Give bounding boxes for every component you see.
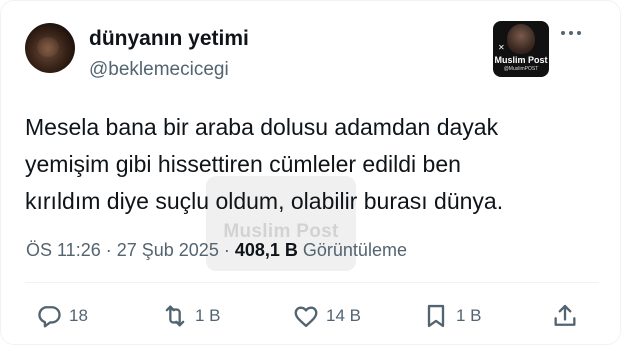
badge-brand: Muslim Post: [494, 55, 548, 65]
views-count: 408,1 B: [234, 240, 298, 260]
tweet-line: kırıldım diye suçlu oldum, olabilir bura…: [25, 188, 504, 214]
retweet-count: 1 B: [195, 306, 221, 325]
avatar[interactable]: [25, 23, 75, 73]
divider: [25, 282, 599, 283]
bookmark-button[interactable]: 1 B: [422, 302, 482, 330]
tweet-time[interactable]: ÖS 11:26: [26, 240, 101, 260]
share-button[interactable]: [551, 302, 579, 330]
x-logo-icon: ✕: [498, 43, 505, 52]
bookmark-icon: [427, 304, 445, 328]
retweet-button[interactable]: 1 B: [161, 302, 221, 330]
tweet-text: Mesela bana bir araba dolusu adamdan day…: [25, 109, 600, 220]
bookmark-count: 1 B: [456, 306, 482, 325]
like-count: 14 B: [326, 306, 361, 325]
retweet-icon: [165, 305, 185, 327]
reply-count: 18: [69, 306, 88, 325]
meta-separator: ·: [105, 240, 117, 260]
tweet-date[interactable]: 27 Şub 2025: [117, 240, 219, 260]
views-label: Görüntüleme: [302, 240, 407, 260]
more-icon[interactable]: [561, 31, 581, 35]
reply-icon: [38, 306, 61, 328]
tweet-line: yemişim gibi hissettiren cümleler edildi…: [25, 151, 461, 177]
muslim-post-logo: ✕ Muslim Post @MuslimPOST: [493, 21, 549, 77]
reply-button[interactable]: 18: [35, 302, 88, 330]
user-handle[interactable]: @beklemecicegi: [89, 59, 229, 81]
tweet-meta: ÖS 11:26 · 27 Şub 2025 · 408,1 B Görüntü…: [26, 240, 407, 261]
display-name[interactable]: dünyanın yetimi: [89, 27, 249, 51]
badge-face-image: [507, 24, 535, 54]
like-icon: [294, 306, 318, 328]
tweet-card: Muslim Post dünyanın yetimi @beklemecice…: [0, 0, 621, 345]
like-button[interactable]: 14 B: [292, 302, 361, 330]
meta-separator: ·: [223, 240, 235, 260]
share-icon: [554, 304, 576, 326]
badge-subtitle: @MuslimPOST: [503, 66, 539, 72]
tweet-line: Mesela bana bir araba dolusu adamdan day…: [25, 114, 499, 140]
